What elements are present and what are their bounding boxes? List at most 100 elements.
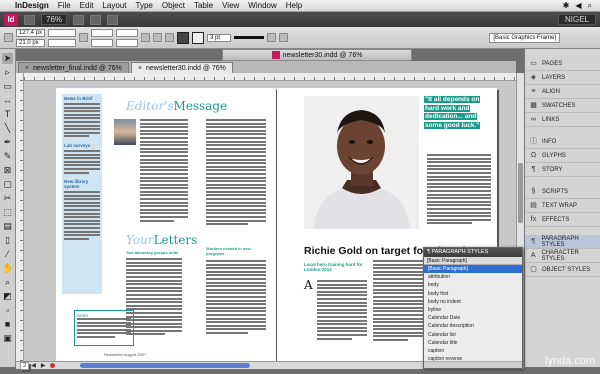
panel-object-styles[interactable]: ▢ OBJECT STYLES	[525, 263, 600, 277]
horizontal-scrollbar[interactable]	[80, 363, 251, 368]
arrange-documents-button[interactable]	[107, 14, 119, 25]
workspace-switcher[interactable]: NIGEL	[557, 14, 596, 25]
news-box[interactable]: News	[74, 310, 134, 346]
height-field[interactable]	[48, 38, 77, 47]
formatting-affects-container-icon[interactable]: ▫	[2, 305, 13, 316]
style-item[interactable]: body	[424, 281, 522, 289]
flip-horizontal-icon[interactable]	[153, 33, 163, 42]
constrain-proportions-icon[interactable]	[79, 33, 89, 42]
panel-layers[interactable]: ◈ LAYERS	[525, 71, 600, 85]
pull-quote[interactable]: "It all depends on hard work and dedicat…	[424, 96, 494, 130]
panel-glyphs[interactable]: Ω GLYPHS	[525, 149, 600, 163]
panel-character-styles[interactable]: A CHARACTER STYLES	[525, 249, 600, 263]
panel-scripts[interactable]: § SCRIPTS	[525, 185, 600, 199]
drop-shadow-icon[interactable]	[267, 33, 277, 42]
panel-info[interactable]: ⓘ INFO	[525, 135, 600, 149]
style-item[interactable]: byline	[424, 306, 522, 314]
paragraph-styles-title[interactable]: ¶ PARAGRAPH STYLES	[424, 248, 522, 257]
scrollbar-thumb[interactable]	[518, 163, 523, 223]
scale-x-field[interactable]	[91, 28, 114, 37]
letters-text-col-2[interactable]	[206, 260, 266, 335]
fx-icon[interactable]	[279, 33, 289, 42]
scale-y-field[interactable]	[91, 38, 114, 47]
menu-help[interactable]: Help	[286, 1, 302, 10]
preflight-status-icon[interactable]	[50, 363, 56, 368]
free-transform-tool-icon[interactable]: ⬚	[2, 207, 13, 218]
your-letters-heading[interactable]: YourLetters	[126, 233, 197, 247]
bluetooth-icon[interactable]: ✱	[563, 1, 570, 10]
reference-point-icon[interactable]	[4, 33, 13, 42]
style-item[interactable]: Calendar list	[424, 331, 522, 339]
menu-window[interactable]: Window	[248, 1, 276, 10]
menu-file[interactable]: File	[58, 1, 71, 10]
rectangle-frame-tool-icon[interactable]: ⊠	[2, 165, 13, 176]
apply-color-icon[interactable]: ■	[2, 319, 13, 330]
selection-tool-icon[interactable]: ➤	[2, 53, 13, 64]
rotate-cw-icon[interactable]	[141, 33, 151, 42]
stroke-swatch[interactable]	[192, 31, 205, 44]
article-dek[interactable]: Local hero training hard for London 2012	[304, 262, 374, 272]
rotation-field[interactable]	[116, 28, 139, 37]
athlete-photo[interactable]	[304, 96, 419, 229]
close-tab-icon[interactable]: ×	[138, 63, 142, 73]
next-page-icon[interactable]: ▶	[41, 362, 46, 369]
tab-newsletter-final[interactable]: × newsletter_final.indd @ 76%	[18, 62, 129, 73]
y-position-field[interactable]: 21.0 px	[16, 38, 46, 47]
zoom-level-select[interactable]: 76%	[41, 14, 68, 25]
bridge-button[interactable]	[24, 14, 35, 25]
select-container-icon[interactable]	[165, 33, 175, 42]
editor-photo[interactable]	[114, 119, 136, 145]
rectangle-tool-icon[interactable]: ▢	[2, 179, 13, 190]
stroke-type-select[interactable]	[234, 36, 265, 39]
view-options-button[interactable]	[73, 14, 85, 25]
menu-table[interactable]: Table	[194, 1, 213, 10]
style-item[interactable]: caption	[424, 347, 522, 355]
screen-mode-button[interactable]	[90, 14, 102, 25]
panel-text-wrap[interactable]: ▤ TEXT WRAP	[525, 199, 600, 213]
letters-text-col-1[interactable]	[126, 258, 182, 337]
shear-field[interactable]	[116, 38, 139, 47]
stroke-weight-field[interactable]: 3 pt	[207, 33, 232, 42]
spotlight-icon[interactable]: ⌕	[588, 1, 592, 11]
object-style-select[interactable]: [Basic Graphics Frame]	[489, 32, 560, 43]
editor-text-col-1[interactable]	[140, 119, 188, 223]
panel-links[interactable]: ∞ LINKS	[525, 113, 600, 127]
sidebar-text-col[interactable]	[427, 154, 491, 226]
page-tool-icon[interactable]: ▭	[2, 81, 13, 92]
note-tool-icon[interactable]: ▯	[2, 235, 13, 246]
style-item[interactable]: [Basic Paragraph]	[424, 265, 522, 274]
scissors-tool-icon[interactable]: ✂	[2, 193, 13, 204]
pencil-tool-icon[interactable]: ✎	[2, 151, 13, 162]
menu-view[interactable]: View	[222, 1, 239, 10]
fill-stroke-icon[interactable]: ◩	[2, 291, 13, 302]
document-window-bar[interactable]: newsletter30.indd @ 76%	[222, 49, 412, 61]
gradient-tool-icon[interactable]: ▤	[2, 221, 13, 232]
left-page[interactable]: News in Brief Lab surveys New library sy…	[56, 88, 276, 361]
editors-message-heading[interactable]: Editor'sMessage	[126, 99, 227, 113]
fill-swatch[interactable]	[177, 31, 190, 44]
pen-tool-icon[interactable]: ✒	[2, 137, 13, 148]
style-item[interactable]: Calendar Date	[424, 314, 522, 322]
screen-mode-icon[interactable]: ▣	[2, 333, 13, 344]
prev-page-icon[interactable]: ◀	[31, 362, 36, 369]
x-position-field[interactable]: 127.4 px	[16, 28, 46, 37]
eyedropper-tool-icon[interactable]: ⁄	[2, 249, 13, 260]
paragraph-styles-panel[interactable]: ¶ PARAGRAPH STYLES [Basic Paragraph] [Ba…	[423, 247, 523, 370]
close-tab-icon[interactable]: ×	[25, 63, 29, 73]
menu-edit[interactable]: Edit	[80, 1, 94, 10]
style-item[interactable]: body first	[424, 290, 522, 298]
panel-swatches[interactable]: ▦ SWATCHES	[525, 99, 600, 113]
vertical-ruler[interactable]	[16, 73, 24, 361]
style-item[interactable]: Calendar title	[424, 339, 522, 347]
editor-text-col-2[interactable]	[206, 119, 266, 227]
direct-selection-tool-icon[interactable]: ▹	[2, 67, 13, 78]
style-item[interactable]: Calendar description	[424, 322, 522, 330]
article-text-col-2[interactable]	[373, 260, 423, 343]
menu-object[interactable]: Object	[162, 1, 185, 10]
gap-tool-icon[interactable]: ↔	[2, 95, 13, 106]
line-tool-icon[interactable]: ╲	[2, 123, 13, 134]
zoom-tool-icon[interactable]: ⌕	[2, 277, 13, 288]
menu-type[interactable]: Type	[136, 1, 153, 10]
horizontal-ruler[interactable]	[24, 73, 520, 81]
hand-tool-icon[interactable]: ✋	[2, 263, 13, 274]
